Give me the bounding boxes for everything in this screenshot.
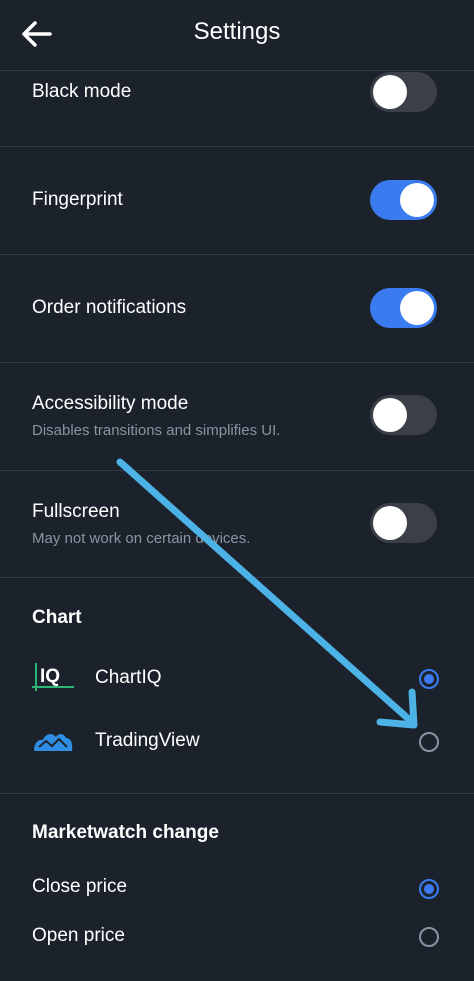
setting-label: Accessibility mode <box>32 393 189 414</box>
section-title: Marketwatch change <box>32 822 219 843</box>
marketwatch-section: Marketwatch change Close price Open pric… <box>0 794 474 981</box>
setting-row-fingerprint: Fingerprint <box>0 147 474 255</box>
chartiq-logo-icon: IQ <box>32 663 74 691</box>
option-label: ChartIQ <box>95 667 162 688</box>
open-price-radio[interactable] <box>419 927 439 947</box>
setting-label: Order notifications <box>32 297 187 318</box>
toggle-knob <box>400 291 434 325</box>
accessibility-mode-toggle[interactable] <box>370 395 437 435</box>
chartiq-radio[interactable] <box>419 669 439 689</box>
option-label: Open price <box>32 925 125 946</box>
top-app-bar: Settings <box>0 0 474 71</box>
setting-label: Fullscreen <box>32 501 120 522</box>
setting-description: May not work on certain devices. <box>32 530 251 547</box>
fullscreen-toggle[interactable] <box>370 503 437 543</box>
fingerprint-toggle[interactable] <box>370 180 437 220</box>
chart-option-chartiq[interactable]: IQ ChartIQ <box>0 653 474 703</box>
toggle-knob <box>373 398 407 432</box>
toggle-knob <box>373 506 407 540</box>
setting-row-black-mode: Black mode <box>0 71 474 147</box>
setting-label: Black mode <box>32 81 132 102</box>
black-mode-toggle[interactable] <box>370 72 437 112</box>
tradingview-radio[interactable] <box>419 732 439 752</box>
setting-row-fullscreen: Fullscreen May not work on certain devic… <box>0 471 474 578</box>
marketwatch-option-close-price[interactable]: Close price <box>0 864 474 914</box>
toggle-knob <box>400 183 434 217</box>
svg-text:IQ: IQ <box>40 666 60 687</box>
setting-description: Disables transitions and simplifies UI. <box>32 422 281 439</box>
close-price-radio[interactable] <box>419 879 439 899</box>
chart-section: Chart IQ ChartIQ TradingView <box>0 578 474 794</box>
option-label: Close price <box>32 876 128 897</box>
section-title: Chart <box>32 607 82 628</box>
setting-label: Fingerprint <box>32 189 123 210</box>
chart-option-tradingview[interactable]: TradingView <box>0 716 474 766</box>
option-label: TradingView <box>95 730 200 751</box>
marketwatch-option-open-price[interactable]: Open price <box>0 913 474 963</box>
toggle-knob <box>373 75 407 109</box>
setting-row-accessibility-mode: Accessibility mode Disables transitions … <box>0 363 474 471</box>
page-title: Settings <box>193 18 281 45</box>
tradingview-logo-icon <box>34 734 73 751</box>
order-notifications-toggle[interactable] <box>370 288 437 328</box>
setting-row-order-notifications: Order notifications <box>0 255 474 363</box>
